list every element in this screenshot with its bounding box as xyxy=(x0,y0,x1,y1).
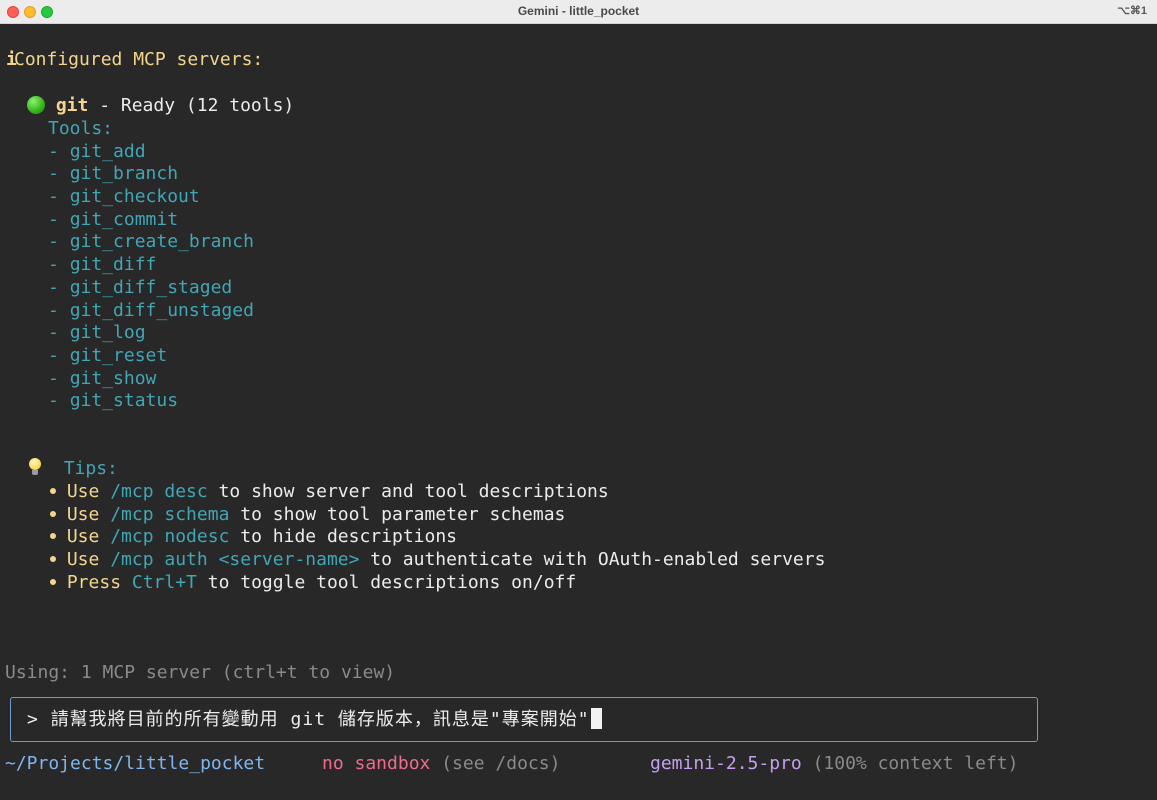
tool-name: git_status xyxy=(69,390,179,411)
prompt-symbol: > xyxy=(27,709,39,730)
tool-item: - git_status xyxy=(48,390,178,412)
tool-item: - git_diff xyxy=(48,254,156,276)
tip-command: Ctrl+T xyxy=(131,572,197,593)
tip-text: to toggle tool descriptions on/off xyxy=(196,572,577,593)
tool-item: - git_create_branch xyxy=(48,231,254,253)
tip-command: /mcp schema xyxy=(110,504,230,525)
tool-dash: - xyxy=(48,254,70,275)
tool-item: - git_log xyxy=(48,322,146,344)
tip-text: to authenticate with OAuth-enabled serve… xyxy=(359,549,826,570)
tool-item: - git_add xyxy=(48,141,146,163)
terminal-window: Gemini - little_pocket ⌥⌘1 iConfigured M… xyxy=(0,0,1157,800)
text-cursor xyxy=(590,708,602,729)
window-shortcut: ⌥⌘1 xyxy=(1117,5,1147,17)
server-line: git - Ready (12 tools) xyxy=(27,95,294,117)
model-name: gemini-2.5-pro xyxy=(650,753,802,774)
tip-text: to hide descriptions xyxy=(229,526,457,547)
tool-name: git_checkout xyxy=(69,186,200,207)
green-circle-icon xyxy=(27,96,45,114)
tool-name: git_diff xyxy=(69,254,157,275)
tool-item: - git_commit xyxy=(48,209,178,231)
sandbox-label: no sandbox xyxy=(322,753,431,774)
tool-item: - git_branch xyxy=(48,163,178,185)
tool-name: git_create_branch xyxy=(69,231,254,252)
server-name: git xyxy=(55,95,89,116)
tool-name: git_diff_unstaged xyxy=(69,300,254,321)
tip-command: /mcp desc xyxy=(110,481,208,502)
mcp-header-text: Configured MCP servers: xyxy=(14,49,264,70)
tip-lead: Press xyxy=(66,572,132,593)
tip-item: Use /mcp desc to show server and tool de… xyxy=(50,481,609,503)
tools-label: Tools: xyxy=(48,118,114,139)
tip-command: /mcp auth <server-name> xyxy=(110,549,360,570)
tool-dash: - xyxy=(48,163,70,184)
tip-command: /mcp nodesc xyxy=(110,526,230,547)
tip-text: to show server and tool descriptions xyxy=(207,481,609,502)
tool-name: git_log xyxy=(69,322,146,343)
tool-item: - git_reset xyxy=(48,345,167,367)
tip-lead: Use xyxy=(66,549,111,570)
server-status: - Ready (12 tools) xyxy=(88,95,295,116)
lightbulb-icon xyxy=(28,458,42,478)
tool-name: git_reset xyxy=(69,345,168,366)
tool-dash: - xyxy=(48,231,70,252)
tool-dash: - xyxy=(48,209,70,230)
mcp-header: iConfigured MCP servers: xyxy=(6,49,263,71)
tip-item: Use /mcp schema to show tool parameter s… xyxy=(50,504,565,526)
tool-name: git_add xyxy=(69,141,146,162)
tip-item: Use /mcp auth <server-name> to authentic… xyxy=(50,549,825,571)
sandbox-hint: (see /docs) xyxy=(441,753,561,774)
mcp-usage-status[interactable]: Using: 1 MCP server (ctrl+t to view) xyxy=(5,662,395,684)
tool-name: git_commit xyxy=(69,209,179,230)
tip-lead: Use xyxy=(66,526,111,547)
tip-lead: Use xyxy=(66,481,111,502)
tool-name: git_show xyxy=(69,368,157,389)
tool-dash: - xyxy=(48,390,70,411)
tool-name: git_diff_staged xyxy=(69,277,233,298)
tool-dash: - xyxy=(48,322,70,343)
model-status: gemini-2.5-pro (100% context left) xyxy=(650,753,1018,775)
tips-label: Tips: xyxy=(63,458,118,479)
tool-dash: - xyxy=(48,368,70,389)
window-title: Gemini - little_pocket xyxy=(517,4,640,18)
tips-header: Tips: xyxy=(28,458,118,480)
title-bar: Gemini - little_pocket ⌥⌘1 xyxy=(0,0,1157,24)
sandbox-status: no sandbox (see /docs) xyxy=(322,753,560,775)
tip-item: Use /mcp nodesc to hide descriptions xyxy=(50,526,457,548)
tool-item: - git_diff_staged xyxy=(48,277,232,299)
prompt-input[interactable]: > 請幫我將目前的所有變動用 git 儲存版本，訊息是"專案開始" xyxy=(27,708,602,731)
tip-lead: Use xyxy=(66,504,111,525)
tip-text: to show tool parameter schemas xyxy=(229,504,566,525)
tool-dash: - xyxy=(48,345,70,366)
cwd-path: ~/Projects/little_pocket xyxy=(5,753,266,774)
tool-dash: - xyxy=(48,277,70,298)
info-icon: i xyxy=(6,49,17,70)
tool-name: git_branch xyxy=(69,163,179,184)
terminal-content: iConfigured MCP servers: git - Ready (12… xyxy=(0,24,1157,800)
tool-dash: - xyxy=(48,300,70,321)
tool-item: - git_show xyxy=(48,368,156,390)
prompt-input-box[interactable]: > 請幫我將目前的所有變動用 git 儲存版本，訊息是"專案開始" xyxy=(10,697,1038,742)
tool-dash: - xyxy=(48,141,70,162)
context-left: (100% context left) xyxy=(812,753,1019,774)
prompt-value[interactable]: 請幫我將目前的所有變動用 git 儲存版本，訊息是"專案開始" xyxy=(51,709,590,730)
tool-dash: - xyxy=(48,186,70,207)
tool-item: - git_diff_unstaged xyxy=(48,300,254,322)
tool-item: - git_checkout xyxy=(48,186,200,208)
tip-item: Press Ctrl+T to toggle tool descriptions… xyxy=(50,572,576,594)
